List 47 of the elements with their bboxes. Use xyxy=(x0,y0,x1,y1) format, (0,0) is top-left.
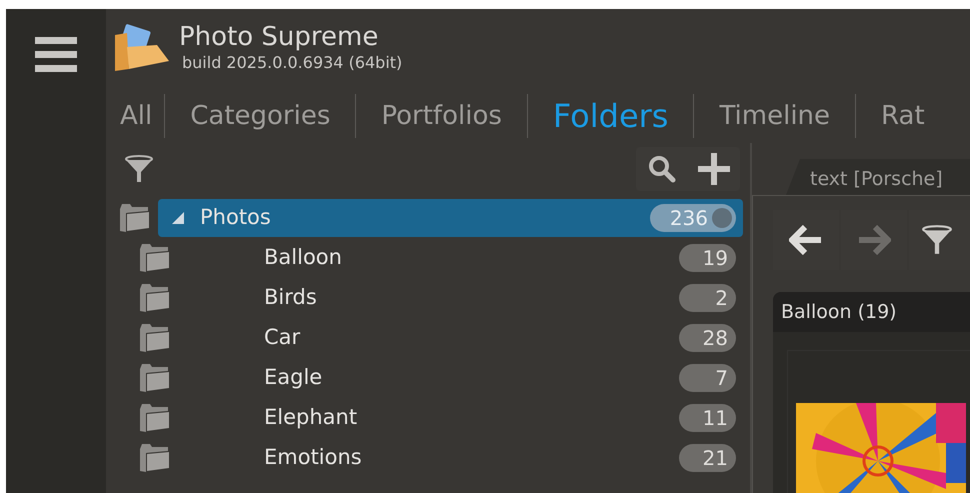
tree-item[interactable]: Eagle 7 xyxy=(188,359,743,397)
tree-item-label: Emotions xyxy=(264,444,362,472)
tree-item[interactable]: Photos 236 xyxy=(158,199,743,237)
count-badge: 21 xyxy=(679,444,736,472)
filter-icon xyxy=(921,224,953,256)
tab[interactable]: Categories xyxy=(165,96,356,136)
folder-icon xyxy=(138,443,170,473)
count-badge: 7 xyxy=(679,364,736,392)
tree-item[interactable]: Emotions 21 xyxy=(188,439,743,477)
tree-item[interactable]: Elephant 11 xyxy=(188,399,743,437)
count-badge: 2 xyxy=(679,284,736,312)
build-version: build 2025.0.0.6934 (64bit) xyxy=(182,53,402,73)
folder-photo-logo-icon xyxy=(113,21,171,73)
folder-icon xyxy=(138,243,170,273)
panel-tab[interactable]: text [Porsche] xyxy=(786,159,970,195)
count-badge: 11 xyxy=(679,404,736,432)
filter-icon[interactable] xyxy=(124,154,154,184)
tab[interactable]: All xyxy=(106,96,164,136)
tab[interactable]: Rat xyxy=(856,96,950,136)
tree-item[interactable]: Car 28 xyxy=(188,319,743,357)
count-badge: 28 xyxy=(679,324,736,352)
count-badge: 236 xyxy=(650,204,736,232)
folder-icon xyxy=(138,283,170,313)
folder-icon xyxy=(138,363,170,393)
collapse-triangle-icon[interactable] xyxy=(170,210,186,226)
group-title: Balloon (19) xyxy=(781,300,897,325)
tree-item-label: Eagle xyxy=(264,364,322,392)
count-badge: 19 xyxy=(679,244,736,272)
tree-item-label: Photos xyxy=(200,204,271,232)
search-icon xyxy=(648,155,676,183)
tree-item[interactable]: Birds 2 xyxy=(188,279,743,317)
tree-item-label: Car xyxy=(264,324,300,352)
tab[interactable]: Folders xyxy=(528,92,694,140)
folder-icon xyxy=(138,403,170,433)
app-title: Photo Supreme xyxy=(179,21,380,53)
back-arrow-icon xyxy=(789,225,823,255)
tab[interactable]: Portfolios xyxy=(356,96,527,136)
forward-arrow-icon xyxy=(857,225,891,255)
folder-icon xyxy=(118,203,150,233)
menu-icon[interactable] xyxy=(35,37,77,73)
tree-item-label: Birds xyxy=(264,284,317,312)
tab[interactable]: Timeline xyxy=(694,96,856,136)
tree-item[interactable]: Balloon 19 xyxy=(188,239,743,277)
tree-item-label: Balloon xyxy=(264,244,342,272)
folder-icon xyxy=(138,323,170,353)
tree-item-label: Elephant xyxy=(264,404,358,432)
plus-icon xyxy=(698,153,730,185)
